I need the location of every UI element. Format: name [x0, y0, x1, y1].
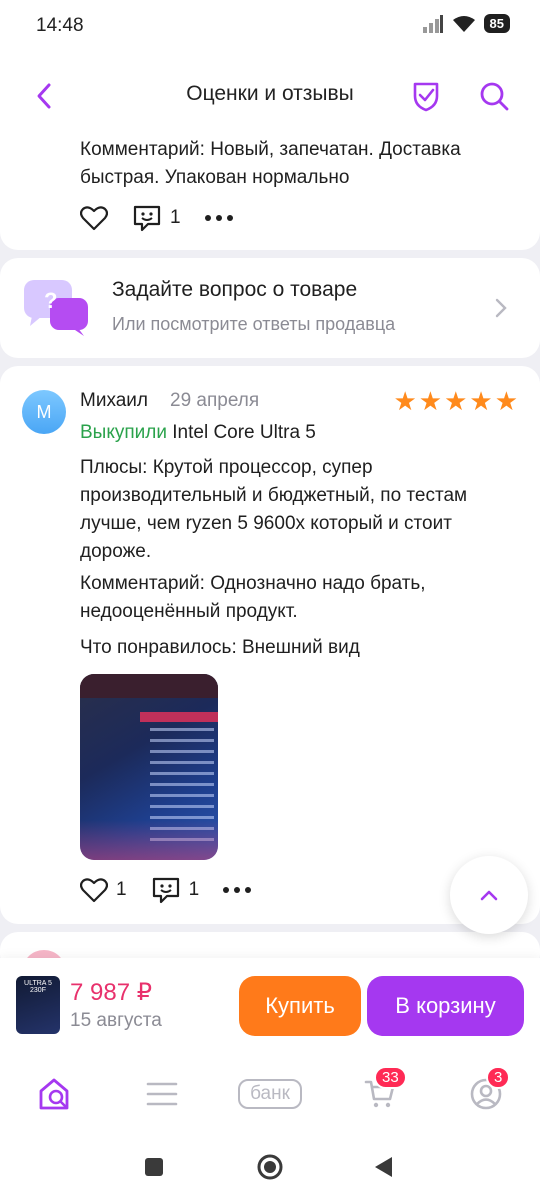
status-time: 14:48: [36, 15, 84, 36]
purchase-info: Выкупили Intel Core Ultra 5: [80, 422, 316, 444]
review-author: Михаил: [80, 390, 148, 411]
verified-button[interactable]: [406, 76, 446, 116]
ask-question-card[interactable]: ? Задайте вопрос о товаре Или посмотрите…: [0, 258, 540, 358]
page-title: Оценки и отзывы: [186, 82, 354, 105]
comments-button[interactable]: 1: [132, 204, 181, 232]
review-pros: Плюсы: Крутой процессор, супер производи…: [80, 457, 468, 562]
bought-label: Выкупили: [80, 422, 167, 443]
profile-badge: 3: [486, 1066, 511, 1089]
star-icon: ★: [444, 386, 468, 416]
review-card: М Михаил 29 апреля ★ ★ ★ ★ ★ Выкупили In…: [0, 366, 540, 924]
recents-button[interactable]: [145, 1158, 163, 1176]
comments-button[interactable]: 1: [151, 876, 200, 904]
star-icon: ★: [494, 386, 518, 416]
nav-profile[interactable]: 3: [466, 1066, 511, 1116]
buy-now-button[interactable]: Купить: [239, 976, 361, 1036]
product-price: 7 987 ₽: [70, 979, 152, 1006]
bank-label: банк: [238, 1079, 302, 1109]
status-icons: 85: [422, 14, 510, 33]
chevron-up-icon: [480, 890, 498, 901]
review-date: 29 апреля: [170, 390, 260, 411]
nav-catalog[interactable]: [142, 1072, 182, 1116]
delivery-date: 15 августа: [70, 1010, 162, 1031]
signal-icon: [422, 14, 443, 33]
star-icon: ★: [393, 386, 417, 416]
review-comment: Комментарий: Однозначно надо брать, недо…: [80, 573, 426, 622]
review-actions: 1 1: [80, 876, 252, 904]
bottom-nav: банк 33 3: [0, 1052, 540, 1136]
star-icon: ★: [418, 386, 443, 416]
rating-stars: ★ ★ ★ ★ ★: [393, 388, 518, 414]
avatar: М: [22, 390, 66, 434]
scroll-top-button[interactable]: [450, 856, 528, 934]
add-to-cart-button[interactable]: В корзину: [367, 976, 524, 1036]
product-thumbnail-text: ULTRA 5 230F: [24, 980, 52, 994]
search-button[interactable]: [474, 76, 514, 116]
like-button[interactable]: [80, 205, 108, 231]
back-system-button[interactable]: [372, 1155, 394, 1179]
system-nav: [0, 1136, 540, 1200]
cart-badge: 33: [374, 1066, 407, 1089]
review-photo[interactable]: [80, 674, 218, 860]
review-liked: Что понравилось: Внешний вид: [80, 637, 360, 658]
battery-indicator: 85: [483, 14, 510, 33]
previous-review-actions: 1: [80, 204, 233, 232]
svg-text:?: ?: [44, 288, 57, 313]
nav-home[interactable]: [34, 1072, 78, 1116]
comment-smile-icon: [152, 877, 179, 904]
shield-check-icon: [413, 82, 439, 112]
wifi-icon: [452, 15, 475, 32]
star-icon: ★: [469, 386, 493, 416]
heart-icon: [80, 206, 108, 231]
nav-bank[interactable]: банк: [234, 1072, 306, 1116]
comment-smile-icon: [133, 205, 161, 232]
question-bubbles-icon: ?: [24, 280, 88, 336]
previous-review-card: Комментарий: Новый, запечатан. Доставка …: [0, 120, 540, 250]
ask-question-subtitle: Или посмотрите ответы продавца: [112, 314, 396, 334]
home-button[interactable]: [256, 1153, 284, 1181]
likes-count: 1: [116, 879, 127, 900]
chevron-right-icon: [495, 298, 507, 318]
heart-icon: [80, 878, 108, 903]
status-bar: 14:48 85: [0, 0, 540, 56]
like-button[interactable]: 1: [80, 877, 127, 903]
home-search-icon: [39, 1078, 69, 1110]
search-icon: [480, 82, 509, 111]
menu-icon: [146, 1082, 178, 1106]
product-variant: Intel Core Ultra 5: [172, 422, 316, 443]
more-options-icon[interactable]: [223, 887, 252, 893]
ask-question-title: Задайте вопрос о товаре: [112, 278, 358, 301]
comments-count: 1: [170, 207, 181, 228]
comments-count: 1: [188, 879, 200, 900]
product-thumbnail[interactable]: ULTRA 5 230F: [16, 976, 60, 1034]
previous-review-comment: Комментарий: Новый, запечатан. Доставка …: [80, 139, 461, 188]
nav-cart[interactable]: 33: [360, 1066, 407, 1116]
more-options-icon[interactable]: [204, 215, 233, 221]
buy-bar: ULTRA 5 230F 7 987 ₽ 15 августа Купить В…: [0, 958, 540, 1052]
